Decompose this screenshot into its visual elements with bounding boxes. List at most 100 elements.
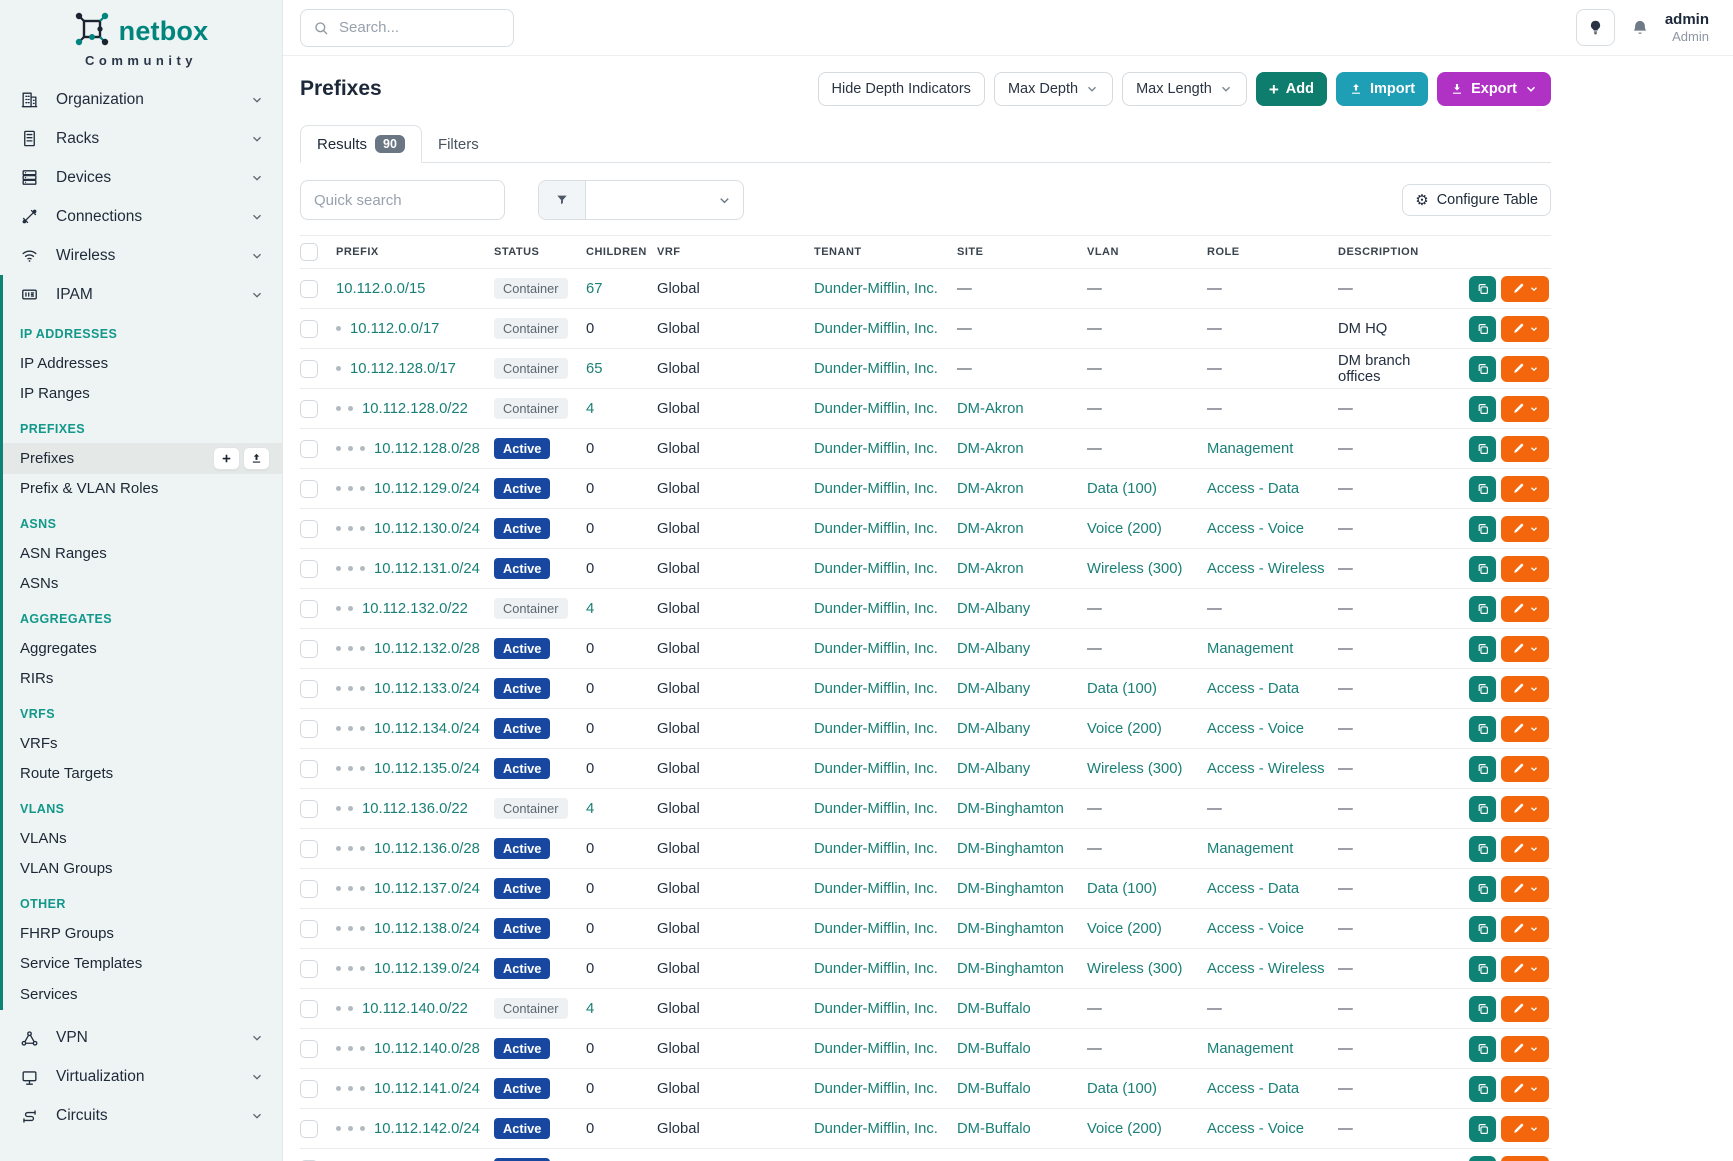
tenant-link[interactable]: Dunder-Mifflin, Inc.: [814, 761, 938, 777]
site-link[interactable]: DM-Binghamton: [957, 841, 1064, 857]
role-link[interactable]: Access - Wireless: [1207, 561, 1325, 577]
row-checkbox[interactable]: [300, 920, 318, 938]
search-input[interactable]: [339, 19, 501, 36]
hide-depth-indicators-button[interactable]: Hide Depth Indicators: [818, 72, 985, 106]
column-header-prefix[interactable]: PREFIX: [336, 246, 494, 258]
prefix-link[interactable]: 10.112.134.0/24: [374, 721, 480, 737]
role-link[interactable]: Access - Voice: [1207, 1121, 1304, 1137]
row-checkbox[interactable]: [300, 280, 318, 298]
prefix-link[interactable]: 10.112.0.0/17: [350, 321, 439, 337]
copy-button[interactable]: [1469, 436, 1496, 462]
site-link[interactable]: DM-Buffalo: [957, 1121, 1031, 1137]
tenant-link[interactable]: Dunder-Mifflin, Inc.: [814, 481, 938, 497]
vlan-link[interactable]: Voice (200): [1087, 721, 1162, 737]
copy-button[interactable]: [1469, 796, 1496, 822]
copy-button[interactable]: [1469, 956, 1496, 982]
vlan-link[interactable]: Data (100): [1087, 681, 1157, 697]
sidebar-item-service-templates[interactable]: Service Templates: [3, 949, 282, 980]
quick-import-button[interactable]: [243, 447, 270, 470]
tenant-link[interactable]: Dunder-Mifflin, Inc.: [814, 841, 938, 857]
sidebar-item-vlans[interactable]: VLANs: [3, 823, 282, 854]
quick-search-input[interactable]: [300, 180, 505, 220]
row-checkbox[interactable]: [300, 640, 318, 658]
children-link[interactable]: 4: [586, 1001, 594, 1017]
edit-button[interactable]: [1501, 956, 1549, 982]
site-link[interactable]: DM-Buffalo: [957, 1041, 1031, 1057]
export-button[interactable]: Export: [1437, 72, 1551, 106]
role-link[interactable]: Access - Voice: [1207, 921, 1304, 937]
filter-button[interactable]: [539, 181, 586, 219]
tenant-link[interactable]: Dunder-Mifflin, Inc.: [814, 1121, 938, 1137]
tenant-link[interactable]: Dunder-Mifflin, Inc.: [814, 1081, 938, 1097]
copy-button[interactable]: [1469, 916, 1496, 942]
tab-filters[interactable]: Filters: [422, 127, 495, 162]
copy-button[interactable]: [1469, 1036, 1496, 1062]
edit-button[interactable]: [1501, 836, 1549, 862]
site-link[interactable]: DM-Binghamton: [957, 921, 1064, 937]
edit-button[interactable]: [1501, 916, 1549, 942]
sidebar-item-prefix-vlan-roles[interactable]: Prefix & VLAN Roles: [3, 474, 282, 505]
children-link[interactable]: 67: [586, 281, 602, 297]
column-header-description[interactable]: DESCRIPTION: [1338, 246, 1455, 258]
tenant-link[interactable]: Dunder-Mifflin, Inc.: [814, 881, 938, 897]
sidebar-item-fhrp-groups[interactable]: FHRP Groups: [3, 918, 282, 949]
row-checkbox[interactable]: [300, 600, 318, 618]
user-menu[interactable]: admin Admin: [1665, 11, 1709, 45]
row-checkbox[interactable]: [300, 320, 318, 338]
row-checkbox[interactable]: [300, 520, 318, 538]
site-link[interactable]: DM-Binghamton: [957, 881, 1064, 897]
tab-results[interactable]: Results 90: [300, 125, 422, 163]
vlan-link[interactable]: Data (100): [1087, 481, 1157, 497]
sidebar-item-aggregates[interactable]: Aggregates: [3, 633, 282, 664]
edit-button[interactable]: [1501, 316, 1549, 342]
row-checkbox[interactable]: [300, 1040, 318, 1058]
sidebar-item-circuits[interactable]: Circuits: [0, 1097, 282, 1136]
select-all-checkbox[interactable]: [300, 243, 318, 261]
site-link[interactable]: DM-Akron: [957, 481, 1024, 497]
row-checkbox[interactable]: [300, 760, 318, 778]
tenant-link[interactable]: Dunder-Mifflin, Inc.: [814, 1041, 938, 1057]
site-link[interactable]: DM-Albany: [957, 641, 1030, 657]
configure-table-button[interactable]: ⚙ Configure Table: [1402, 184, 1551, 216]
prefix-link[interactable]: 10.112.131.0/24: [374, 561, 480, 577]
prefix-link[interactable]: 10.112.142.0/24: [374, 1121, 480, 1137]
vlan-link[interactable]: Voice (200): [1087, 921, 1162, 937]
column-header-vlan[interactable]: VLAN: [1087, 246, 1207, 258]
row-checkbox[interactable]: [300, 440, 318, 458]
brand-logo[interactable]: netbox Community: [0, 0, 282, 68]
column-header-role[interactable]: ROLE: [1207, 246, 1338, 258]
tenant-link[interactable]: Dunder-Mifflin, Inc.: [814, 721, 938, 737]
edit-button[interactable]: [1501, 1076, 1549, 1102]
tenant-link[interactable]: Dunder-Mifflin, Inc.: [814, 601, 938, 617]
sidebar-item-prefixes[interactable]: Prefixes: [3, 443, 282, 474]
tenant-link[interactable]: Dunder-Mifflin, Inc.: [814, 361, 938, 377]
children-link[interactable]: 4: [586, 601, 594, 617]
prefix-link[interactable]: 10.112.128.0/28: [374, 441, 480, 457]
tenant-link[interactable]: Dunder-Mifflin, Inc.: [814, 641, 938, 657]
sidebar-item-route-targets[interactable]: Route Targets: [3, 759, 282, 790]
children-link[interactable]: 4: [586, 401, 594, 417]
prefix-link[interactable]: 10.112.136.0/22: [362, 801, 468, 817]
row-checkbox[interactable]: [300, 840, 318, 858]
prefix-link[interactable]: 10.112.137.0/24: [374, 881, 480, 897]
edit-button[interactable]: [1501, 1116, 1549, 1142]
copy-button[interactable]: [1469, 556, 1496, 582]
edit-button[interactable]: [1501, 596, 1549, 622]
sidebar-item-vpn[interactable]: VPN: [0, 1019, 282, 1058]
site-link[interactable]: DM-Albany: [957, 681, 1030, 697]
edit-button[interactable]: [1501, 556, 1549, 582]
role-link[interactable]: Management: [1207, 641, 1293, 657]
copy-button[interactable]: [1469, 1116, 1496, 1142]
notifications-button[interactable]: [1630, 18, 1650, 38]
copy-button[interactable]: [1469, 596, 1496, 622]
edit-button[interactable]: [1501, 516, 1549, 542]
copy-button[interactable]: [1469, 716, 1496, 742]
edit-button[interactable]: [1501, 1036, 1549, 1062]
copy-button[interactable]: [1469, 876, 1496, 902]
import-button[interactable]: Import: [1336, 72, 1428, 106]
sidebar-item-vlan-groups[interactable]: VLAN Groups: [3, 854, 282, 885]
site-link[interactable]: DM-Buffalo: [957, 1001, 1031, 1017]
filter-dropdown[interactable]: [586, 181, 743, 219]
site-link[interactable]: DM-Albany: [957, 601, 1030, 617]
edit-button[interactable]: [1501, 636, 1549, 662]
